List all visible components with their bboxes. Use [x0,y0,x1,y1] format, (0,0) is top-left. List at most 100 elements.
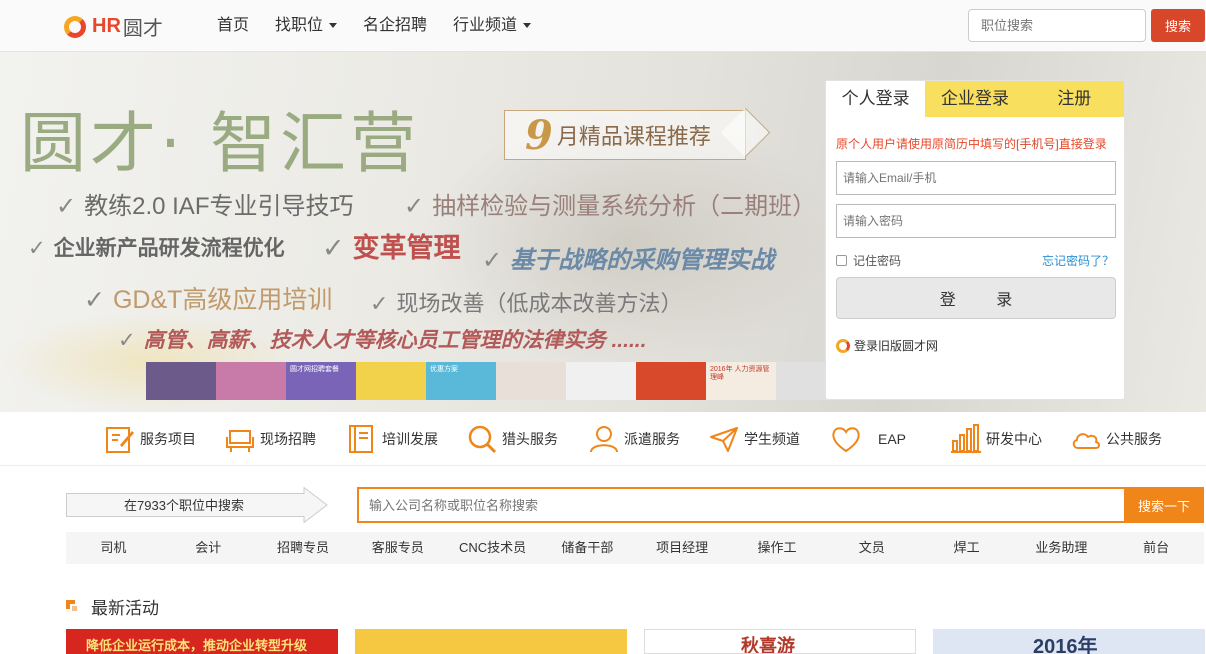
nav-item-label: 名企招聘 [363,17,428,34]
course-line: ✓ 教练2.0 IAF专业引导技巧 [56,193,354,220]
service-label: 公共服务 [1106,431,1162,447]
course-line: ✓ 基于战略的采购管理实战 [482,247,775,274]
paper-plane-icon [708,423,740,455]
course-line: ✓ 变革管理 [322,233,461,263]
banner-thumb[interactable] [566,362,636,400]
nav-item-label: 行业频道 [453,17,518,34]
edit-icon [104,423,136,455]
nav-item-industry-channel[interactable]: 行业频道 [440,0,544,52]
job-search-input[interactable] [968,9,1146,42]
check-icon: ✓ [404,193,425,220]
course-line: ✓ GD&T高级应用培训 [84,286,333,314]
activities-list: 降低企业运行成本，推动企业转型升级 秋喜游 2016年 [66,629,1205,654]
check-icon: ✓ [482,247,503,274]
hot-job-link[interactable]: CNC技术员 [445,532,540,564]
hot-job-link[interactable]: 文员 [824,532,919,564]
activity-card[interactable] [355,629,627,654]
logo-brand-cn: 圆才 [122,17,163,40]
banner-thumb[interactable]: 优惠方案 [426,362,496,400]
hot-job-link[interactable]: 司机 [66,532,161,564]
nav-item-label: 找职位 [275,17,324,34]
service-label: 研发中心 [986,431,1042,447]
service-label: 现场招聘 [260,431,316,447]
section-squares-icon [66,599,79,613]
hot-job-link[interactable]: 前台 [1109,532,1204,564]
nav-item-home[interactable]: 首页 [204,0,262,52]
activity-card[interactable]: 2016年 [933,629,1205,654]
hot-job-link[interactable]: 招聘专员 [256,532,351,564]
search-count-label: 在7933个职位中搜索 [124,498,244,513]
hot-job-link[interactable]: 客服专员 [350,532,445,564]
hot-job-link[interactable]: 操作工 [730,532,825,564]
nav-item-famous-companies[interactable]: 名企招聘 [350,0,440,52]
banner-thumb[interactable] [216,362,286,400]
service-item-headhunting[interactable]: 猎头服务 [466,412,558,466]
service-label: 学生频道 [744,431,800,447]
service-label: 派遣服务 [624,431,680,447]
login-button[interactable]: 登 录 [836,277,1116,319]
banner-thumb[interactable] [636,362,706,400]
caret-down-icon [329,23,338,29]
activity-card[interactable]: 降低企业运行成本，推动企业转型升级 [66,629,338,654]
forgot-password-link[interactable]: 忘记密码了？ [1042,252,1114,269]
tab-register[interactable]: 注册 [1024,81,1124,117]
chair-icon [224,423,256,455]
top-search-button[interactable]: 搜索 [1151,9,1205,42]
hot-job-link[interactable]: 业务助理 [1014,532,1109,564]
hot-job-link[interactable]: 项目经理 [635,532,730,564]
logo[interactable]: HR 圆才 [64,12,163,40]
banner-badge: 9 月精品课程推荐 [504,110,746,160]
service-label: EAP [878,431,907,447]
badge-text: 月精品课程推荐 [556,124,711,149]
bar-chart-icon [950,423,982,455]
service-item-rnd[interactable]: 研发中心 [950,412,1042,466]
nav-item-find-jobs[interactable]: 找职位 [262,0,350,52]
course-line: ✓ 高管、高薪、技术人才等核心员工管理的法律实务 ...... [118,329,647,352]
service-item-public[interactable]: 公共服务 [1070,412,1162,466]
service-label: 培训发展 [382,431,438,447]
login-panel: 个人登录 企业登录 注册 原个人用户请使用原简历中填写的[手机号]直接登录 记住… [825,80,1125,400]
hot-job-link[interactable]: 储备干部 [540,532,635,564]
hot-jobs-bar: 司机 会计 招聘专员 客服专员 CNC技术员 储备干部 项目经理 操作工 文员 … [66,532,1204,564]
search-submit-button[interactable]: 搜索一下 [1124,487,1204,523]
course-line: ✓ 抽样检验与测量系统分析（二期班） [404,193,817,220]
service-item-projects[interactable]: 服务项目 [104,412,196,466]
activity-card[interactable]: 秋喜游 [644,629,916,654]
tab-company-login[interactable]: 企业登录 [925,81,1025,117]
service-item-dispatch[interactable]: 派遣服务 [588,412,680,466]
remember-password[interactable]: 记住密码 [836,252,901,269]
banner-thumb[interactable] [496,362,566,400]
service-item-onsite-recruit[interactable]: 现场招聘 [224,412,316,466]
email-field[interactable] [836,161,1116,195]
course-line: ✓ 现场改善（低成本改善方法） [370,291,683,316]
login-options: 记住密码 忘记密码了？ [836,252,1114,269]
service-item-eap[interactable]: EAP [830,412,906,466]
activities-header: 最新活动 [66,594,159,618]
caret-down-icon [523,23,532,29]
main-nav: 首页 找职位 名企招聘 行业频道 [204,0,544,52]
banner-thumb[interactable] [146,362,216,400]
banner-thumb[interactable]: 圆才网招聘套餐 [286,362,356,400]
heart-icon [830,423,862,455]
logo-brand: HR [92,14,121,37]
service-item-training[interactable]: 培训发展 [346,412,438,466]
company-job-search-input[interactable] [357,487,1125,523]
remember-checkbox[interactable] [836,255,847,266]
banner-title: 圆才· 智汇营 [20,105,420,182]
service-item-students[interactable]: 学生频道 [708,412,800,466]
hot-job-link[interactable]: 焊工 [919,532,1014,564]
banner-thumb[interactable]: 2016年 人力资源管理峰 [706,362,776,400]
banner-thumb[interactable] [356,362,426,400]
search-icon [466,423,498,455]
logo-mark-icon [836,338,850,353]
check-icon: ✓ [322,233,345,263]
tab-personal-login[interactable]: 个人登录 [826,81,926,117]
user-icon [588,423,620,455]
banner-thumbnails: 圆才网招聘套餐 优惠方案 2016年 人力资源管理峰 [146,362,846,400]
hot-job-link[interactable]: 会计 [161,532,256,564]
password-field[interactable] [836,204,1116,238]
service-label: 服务项目 [140,431,196,447]
old-site-link[interactable]: 登录旧版圆才网 [836,337,1124,354]
check-icon: ✓ [118,329,136,352]
book-icon [346,423,378,455]
